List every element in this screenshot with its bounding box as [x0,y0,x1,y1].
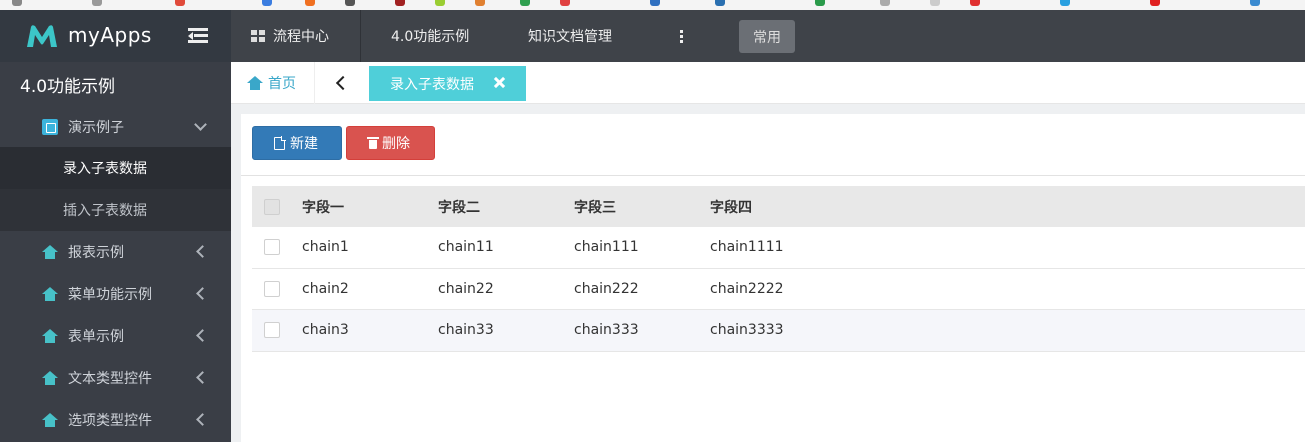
chevron-left-icon [196,245,209,258]
tab-label: 录入子表数据 [390,76,474,93]
delete-button[interactable]: 删除 [346,126,435,160]
table-cell: chain33 [438,322,494,339]
content-panel: 新建 删除 字段一 字段二 字段三 字段四 chain1 chain11 cha… [241,114,1305,442]
table-header-row: 字段一 字段二 字段三 字段四 [252,186,1305,227]
table-cell: chain1111 [710,239,784,256]
close-icon[interactable] [493,76,507,90]
trash-icon [367,137,379,149]
table-cell: chain1 [302,239,349,256]
topnav-flow-center[interactable]: 流程中心 [231,10,361,62]
delete-button-label: 删除 [382,136,410,152]
topnav-label: 4.0功能示例 [391,29,470,45]
home-icon [42,245,58,259]
brand-area: myApps [0,10,231,62]
tab-entry-subtable[interactable]: 录入子表数据 [369,66,526,101]
common-button[interactable]: 常用 [739,20,795,53]
toolbar: 新建 删除 [241,114,1305,176]
sidebar-item-label: 报表示例 [68,245,124,261]
table-cell: chain222 [574,280,639,297]
home-icon [42,371,58,385]
chevron-down-icon [194,118,207,131]
column-header[interactable]: 字段三 [574,197,616,217]
sidebar-item-option-controls[interactable]: 选项类型控件 [0,399,231,441]
sidebar-group-demo[interactable]: 演示例子 [0,106,231,147]
sidebar-subitem-label: 录入子表数据 [63,161,147,177]
sidebar-subitem-insert[interactable]: 插入子表数据 [0,189,231,231]
myapps-logo-icon [27,25,57,47]
chevron-left-icon [196,371,209,384]
file-icon [274,135,286,150]
new-button-label: 新建 [290,136,318,152]
sidebar-item-label: 菜单功能示例 [68,287,152,303]
sidebar-subitem-entry[interactable]: 录入子表数据 [0,147,231,189]
chevron-left-icon[interactable] [331,74,351,94]
home-icon [247,76,263,90]
table-row[interactable]: chain3 chain33 chain333 chain3333 [252,310,1305,352]
sidebar-item-text-controls[interactable]: 文本类型控件 [0,357,231,399]
data-table: 字段一 字段二 字段三 字段四 chain1 chain11 chain111 … [252,186,1305,352]
table-cell: chain3 [302,322,349,339]
topnav-label: 流程中心 [273,29,329,45]
table-cell: chain333 [574,322,639,339]
table-cell: chain2 [302,280,349,297]
top-header: myApps 流程中心 4.0功能示例 知识文档管理 常用 [0,10,1305,62]
row-checkbox[interactable] [264,322,280,339]
more-vertical-icon[interactable] [661,10,701,62]
sidebar-item-label: 选项类型控件 [68,413,152,429]
home-icon [42,287,58,301]
table-cell: chain22 [438,280,494,297]
sidebar-item-form[interactable]: 表单示例 [0,315,231,357]
sidebar-toggle-icon[interactable] [188,28,208,44]
sidebar-subitem-label: 插入子表数据 [63,203,147,219]
new-button[interactable]: 新建 [252,126,342,160]
tab-home-label: 首页 [268,76,296,92]
browser-bookmark-strip [0,0,1305,10]
select-all-checkbox[interactable] [264,198,280,215]
column-header[interactable]: 字段四 [710,197,752,217]
topnav-demo[interactable]: 4.0功能示例 [361,10,501,62]
cube-icon [42,118,58,135]
topnav-label: 知识文档管理 [528,29,612,45]
table-row[interactable]: chain2 chain22 chain222 chain2222 [252,269,1305,310]
tab-home[interactable]: 首页 [231,62,315,104]
top-navigation: 流程中心 4.0功能示例 知识文档管理 [231,10,701,62]
grid-icon [251,30,265,42]
table-row[interactable]: chain1 chain11 chain111 chain1111 [252,227,1305,269]
topnav-docs[interactable]: 知识文档管理 [501,10,661,62]
chevron-left-icon [196,287,209,300]
column-header[interactable]: 字段二 [438,197,480,217]
sidebar-group-label: 演示例子 [68,119,124,136]
table-cell: chain2222 [710,280,784,297]
table-cell: chain11 [438,239,494,256]
sidebar-title: 4.0功能示例 [0,62,231,106]
sidebar-item-menu[interactable]: 菜单功能示例 [0,273,231,315]
sidebar-item-report[interactable]: 报表示例 [0,231,231,273]
sidebar-item-label: 文本类型控件 [68,371,152,387]
home-icon [42,413,58,427]
table-cell: chain3333 [710,322,784,339]
tab-bar: 首页 录入子表数据 [231,62,1305,104]
table-cell: chain111 [574,239,639,256]
column-header[interactable]: 字段一 [302,197,344,217]
row-checkbox[interactable] [264,239,280,256]
chevron-left-icon [196,329,209,342]
home-icon [42,329,58,343]
app-name: myApps [68,23,152,47]
row-checkbox[interactable] [264,280,280,297]
chevron-left-icon [196,413,209,426]
sidebar: 4.0功能示例 演示例子 录入子表数据 插入子表数据 报表示例 菜单功能示例 表… [0,62,231,442]
sidebar-item-label: 表单示例 [68,329,124,345]
